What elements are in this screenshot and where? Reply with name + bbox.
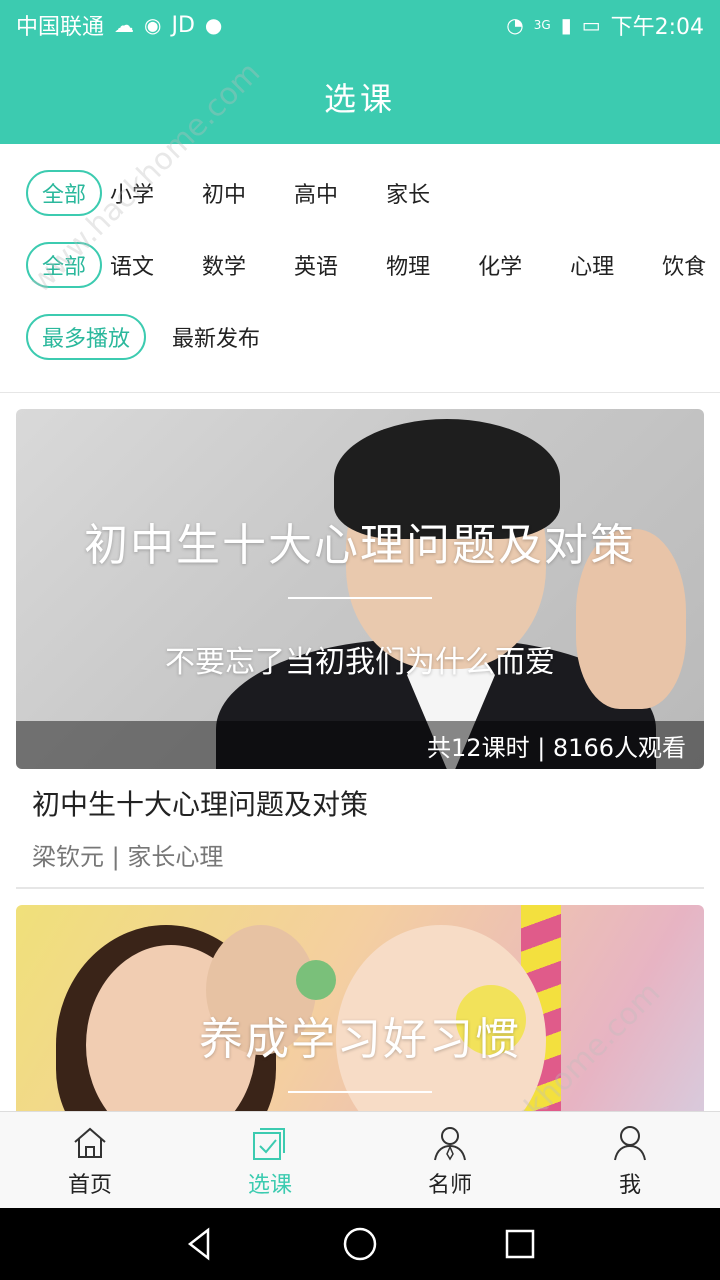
subject-filter-row: 全部 语文 数学 英语 物理 化学 心理 饮食 [26,241,720,289]
time-label: 下午2:04 [610,15,704,40]
course-card[interactable]: 初中生十大心理问题及对策 不要忘了当初我们为什么而爱 共12课时 | 8166人… [16,409,704,872]
nav-home[interactable]: 首页 [0,1112,180,1209]
profile-icon [614,1125,646,1160]
subject-chip-diet[interactable]: 饮食 [638,242,720,288]
grade-chip-parent[interactable]: 家长 [362,170,454,216]
message-icon: ● [204,13,223,37]
nav-teachers[interactable]: 名师 [360,1112,540,1209]
course-stats-label: 共12课时 | 8166人观看 [427,733,686,762]
home-icon [74,1127,106,1158]
battery-icon: ▭ [581,13,601,37]
subject-chip-chinese[interactable]: 语文 [110,242,178,288]
nav-label: 名师 [427,1172,472,1198]
filter-panel: 全部 小学 初中 高中 家长 全部 语文 数学 英语 物理 化学 心理 饮食 最… [0,144,720,393]
subject-chip-english[interactable]: 英语 [270,242,362,288]
subject-chip-math[interactable]: 数学 [178,242,270,288]
system-nav-bar [0,1208,720,1280]
signal-icon: ▮ [560,13,572,37]
course-author: 梁钦元 | 家长心理 [32,843,224,871]
banner-divider [288,597,432,599]
title-bar: 选课 [0,50,720,144]
sort-chip-most-played[interactable]: 最多播放 [26,314,147,360]
network-type-label: 3G [533,18,551,32]
grade-chip-senior[interactable]: 高中 [270,170,362,216]
grade-chip-junior[interactable]: 初中 [178,170,270,216]
home-button-icon[interactable] [340,1224,380,1264]
status-bar-right: ◔ 3G ▮ ▭ 下午2:04 [506,9,704,41]
grade-chip-primary[interactable]: 小学 [110,170,178,216]
nav-label: 我 [618,1172,641,1198]
page-title: 选课 [323,80,396,118]
status-bar-left: 中国联通 ☁ ◉ JD ● [16,9,222,41]
bottom-nav: 首页 选课 名师 我 [0,1111,720,1209]
carrier-label: 中国联通 [16,15,105,40]
banner-title: 初中生十大心理问题及对策 [84,520,636,571]
jd-label: JD [171,12,195,38]
grade-chip-all[interactable]: 全部 [26,170,103,216]
card-divider [16,887,704,889]
course-list[interactable]: 初中生十大心理问题及对策 不要忘了当初我们为什么而爱 共12课时 | 8166人… [0,393,720,1111]
nav-profile[interactable]: 我 [540,1112,720,1209]
course-banner[interactable]: 养成学习好习惯 [16,905,704,1111]
course-banner[interactable]: 初中生十大心理问题及对策 不要忘了当初我们为什么而爱 共12课时 | 8166人… [16,409,704,769]
nav-label: 首页 [67,1172,112,1198]
grade-filter-row: 全部 小学 初中 高中 家长 [26,169,720,217]
course-card[interactable]: 养成学习好习惯 [16,905,704,1111]
wifi-icon: ◔ [506,13,524,37]
course-title[interactable]: 初中生十大心理问题及对策 [32,783,704,823]
subject-chip-chemistry[interactable]: 化学 [454,242,546,288]
back-icon[interactable] [180,1224,220,1264]
banner-divider [288,1091,432,1093]
recent-apps-icon[interactable] [500,1224,540,1264]
subject-chip-all[interactable]: 全部 [26,242,103,288]
teacher-icon [434,1126,466,1160]
course-stats: 共12课时 | 8166人观看 [16,721,704,769]
banner-ball [296,960,336,1000]
banner-title: 养成学习好习惯 [199,1014,521,1065]
banner-subtitle: 不要忘了当初我们为什么而爱 [165,645,555,680]
subject-chip-physics[interactable]: 物理 [362,242,454,288]
nav-course-select[interactable]: 选课 [180,1112,360,1209]
nav-label: 选课 [247,1172,292,1198]
sort-chip-newest[interactable]: 最新发布 [154,314,284,360]
sort-filter-row: 最多播放 最新发布 [26,313,720,361]
subject-chip-psychology[interactable]: 心理 [546,242,638,288]
status-bar: 中国联通 ☁ ◉ JD ● ◔ 3G ▮ ▭ 下午2:04 [0,0,720,50]
course-select-icon [253,1127,285,1160]
qq-icon: ◉ [144,13,162,37]
weather-icon: ☁ [114,13,135,37]
